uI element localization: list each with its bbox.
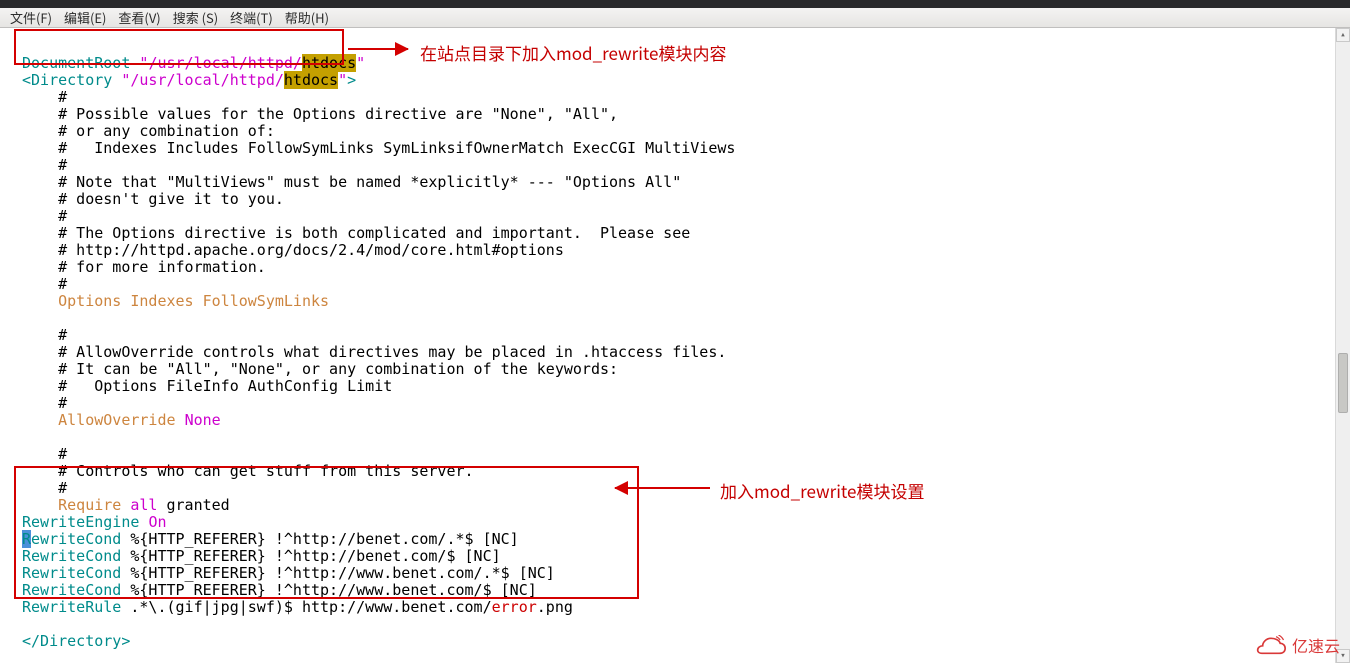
- comment-line: # Options FileInfo AuthConfig Limit: [22, 377, 392, 395]
- comment-line: # for more information.: [22, 258, 266, 276]
- menu-help[interactable]: 帮助(H): [279, 8, 335, 27]
- rewriterule-pattern: .*\.(gif|jpg|swf)$ http://www.benet.com/: [130, 598, 491, 616]
- keyword-rewritecond: RewriteCond: [22, 547, 121, 565]
- require-granted: granted: [167, 496, 230, 514]
- comment-line: #: [22, 207, 67, 225]
- text-cursor: R: [22, 530, 31, 548]
- directory-path: /usr/local/httpd/: [130, 71, 284, 89]
- comment-line: #: [22, 88, 67, 106]
- directory-close-bracket: >: [347, 71, 356, 89]
- scroll-up-button[interactable]: ▴: [1336, 28, 1350, 42]
- comment-line: #: [22, 156, 67, 174]
- vertical-scrollbar[interactable]: ▴ ▾: [1335, 28, 1350, 663]
- comment-line: # The Options directive is both complica…: [22, 224, 690, 242]
- editor-viewport: DocumentRoot "/usr/local/httpd/htdocs" <…: [0, 28, 1350, 663]
- allowoverride-value: None: [185, 411, 221, 429]
- keyword-rewriteengine: RewriteEngine: [22, 513, 139, 531]
- rewriterule-suffix: .png: [537, 598, 573, 616]
- menu-search[interactable]: 搜索 (S): [167, 8, 224, 27]
- comment-line: # Controls who can get stuff from this s…: [22, 462, 474, 480]
- comment-line: # doesn't give it to you.: [22, 190, 284, 208]
- comment-line: #: [22, 479, 67, 497]
- comment-line: #: [22, 394, 67, 412]
- docroot-path: /usr/local/httpd/: [148, 54, 302, 72]
- comment-line: # http://httpd.apache.org/docs/2.4/mod/c…: [22, 241, 564, 259]
- comment-line: # Possible values for the Options direct…: [22, 105, 618, 123]
- menu-view[interactable]: 查看(V): [112, 8, 166, 27]
- directory-hl: htdocs: [284, 71, 338, 89]
- string-quote-end: ": [356, 54, 365, 72]
- keyword-rewritecond: ewriteCond: [31, 530, 121, 548]
- comment-line: #: [22, 275, 67, 293]
- keyword-options: Options: [58, 292, 121, 310]
- comment-line: # Indexes Includes FollowSymLinks SymLin…: [22, 139, 735, 157]
- rewritecond-2: %{HTTP_REFERER} !^http://benet.com/$ [NC…: [130, 547, 500, 565]
- keyword-allowoverride: AllowOverride: [58, 411, 175, 429]
- scroll-down-button[interactable]: ▾: [1336, 649, 1350, 663]
- rewriterule-error: error: [492, 598, 537, 616]
- comment-line: #: [22, 445, 67, 463]
- require-all: all: [130, 496, 157, 514]
- rewritecond-4: %{HTTP_REFERER} !^http://www.benet.com/$…: [130, 581, 536, 599]
- editor-content[interactable]: DocumentRoot "/usr/local/httpd/htdocs" <…: [0, 28, 1335, 663]
- keyword-rewriterule: RewriteRule: [22, 598, 121, 616]
- comment-line: # Note that "MultiViews" must be named *…: [22, 173, 681, 191]
- comment-line: # AllowOverride controls what directives…: [22, 343, 726, 361]
- window-titlebar: [0, 0, 1350, 8]
- menu-edit[interactable]: 编辑(E): [58, 8, 112, 27]
- keyword-documentroot: DocumentRoot: [22, 54, 130, 72]
- menu-terminal[interactable]: 终端(T): [224, 8, 279, 27]
- menu-file[interactable]: 文件(F): [4, 8, 58, 27]
- comment-line: # or any combination of:: [22, 122, 275, 140]
- editor-window: 文件(F) 编辑(E) 查看(V) 搜索 (S) 终端(T) 帮助(H) Doc…: [0, 0, 1350, 663]
- keyword-require: Require: [58, 496, 121, 514]
- docroot-hl: htdocs: [302, 54, 356, 72]
- rewritecond-1: %{HTTP_REFERER} !^http://benet.com/.*$ […: [130, 530, 518, 548]
- keyword-rewritecond: RewriteCond: [22, 581, 121, 599]
- keyword-rewritecond: RewriteCond: [22, 564, 121, 582]
- comment-line: #: [22, 326, 67, 344]
- options-value: Indexes FollowSymLinks: [130, 292, 329, 310]
- directory-end: </Directory>: [22, 632, 130, 650]
- rewriteengine-value: On: [148, 513, 166, 531]
- menubar: 文件(F) 编辑(E) 查看(V) 搜索 (S) 终端(T) 帮助(H): [0, 8, 1350, 28]
- directory-open: <Directory: [22, 71, 112, 89]
- rewritecond-3: %{HTTP_REFERER} !^http://www.benet.com/.…: [130, 564, 554, 582]
- comment-line: # It can be "All", "None", or any combin…: [22, 360, 618, 378]
- string-quote-end: ": [338, 71, 347, 89]
- scroll-thumb[interactable]: [1338, 353, 1348, 413]
